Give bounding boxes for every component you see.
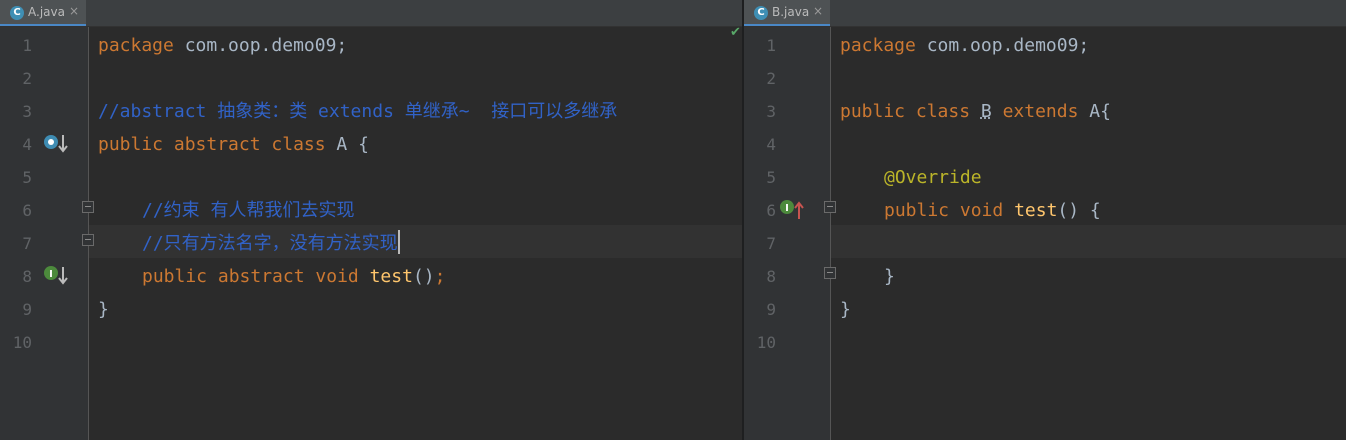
tab-label: A.java xyxy=(28,5,65,19)
code-area-b[interactable]: package com.oop.demo09; public class B e… xyxy=(744,27,1346,440)
code-line-6: public void test() { xyxy=(884,200,1101,221)
code-line-1: package com.oop.demo09; xyxy=(98,35,348,56)
editor-pane-a[interactable]: C A.java × 1 2 3 4 5 6 7 8 9 10 I ✔ pack… xyxy=(0,0,742,440)
code-line-3: public class B extends A{ xyxy=(840,101,1111,122)
code-line-4: public abstract class A { xyxy=(98,134,369,155)
code-line-9: } xyxy=(840,299,851,320)
tab-bar-a: C A.java × xyxy=(0,0,742,27)
code-line-8: public abstract void test(); xyxy=(142,266,446,287)
editor-pane-b[interactable]: C B.java × 1 2 3 4 5 6 7 8 9 10 I packag… xyxy=(744,0,1346,440)
tab-bar-b: C B.java × xyxy=(744,0,1346,27)
code-line-3-comment: //abstract 抽象类：类 extends 单继承~ 接口可以多继承 xyxy=(98,101,618,122)
code-line-1: package com.oop.demo09; xyxy=(840,35,1090,56)
text-caret xyxy=(397,230,400,254)
code-line-8: } xyxy=(884,266,895,287)
code-line-9: } xyxy=(98,299,109,320)
code-line-6-comment: //约束 有人帮我们去实现 xyxy=(142,200,355,221)
java-class-icon: C xyxy=(754,6,768,20)
java-class-icon: C xyxy=(10,6,24,20)
close-icon[interactable]: × xyxy=(813,4,823,18)
tab-b-java[interactable]: C B.java × xyxy=(744,0,830,26)
tab-a-java[interactable]: C A.java × xyxy=(0,0,86,26)
code-line-7: //只有方法名字，没有方法实现 xyxy=(142,227,400,260)
close-icon[interactable]: × xyxy=(69,4,79,18)
code-area-a[interactable]: package com.oop.demo09; //abstract 抽象类：类… xyxy=(0,27,742,440)
tab-label: B.java xyxy=(772,5,810,19)
code-line-5-annotation: @Override xyxy=(884,167,982,188)
